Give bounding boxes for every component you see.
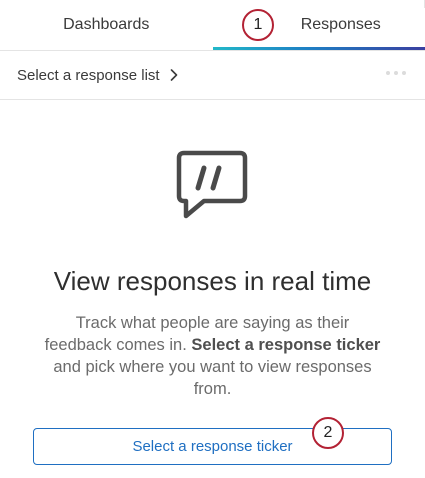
select-response-list-label: Select a response list: [17, 66, 160, 84]
empty-state-heading: View responses in real time: [53, 266, 372, 296]
quote-chat-bubble-icon: [176, 150, 248, 225]
tab-dashboards[interactable]: Dashboards: [0, 0, 213, 50]
description-text-2: and pick where you want to view response…: [53, 358, 372, 398]
more-horizontal-icon[interactable]: [386, 71, 406, 75]
active-tab-indicator: [213, 47, 425, 50]
callout-2: 2: [312, 417, 344, 449]
callout-1-number: 1: [253, 16, 263, 33]
description-bold-text: Select a response ticker: [191, 336, 381, 354]
select-response-ticker-label: Select a response ticker: [132, 438, 293, 455]
empty-state-description: Track what people are saying as their fe…: [40, 312, 385, 400]
tab-bar: Dashboards Responses: [0, 0, 425, 51]
responses-screen: Dashboards Responses 1 Select a response…: [0, 0, 425, 478]
response-list-row: Select a response list: [0, 51, 425, 100]
chevron-right-icon: [170, 69, 178, 81]
tab-dashboards-label: Dashboards: [63, 16, 150, 33]
tab-responses-label: Responses: [300, 16, 381, 33]
callout-1: 1: [242, 9, 274, 41]
select-response-list-button[interactable]: Select a response list: [17, 67, 178, 84]
callout-2-number: 2: [323, 424, 333, 441]
